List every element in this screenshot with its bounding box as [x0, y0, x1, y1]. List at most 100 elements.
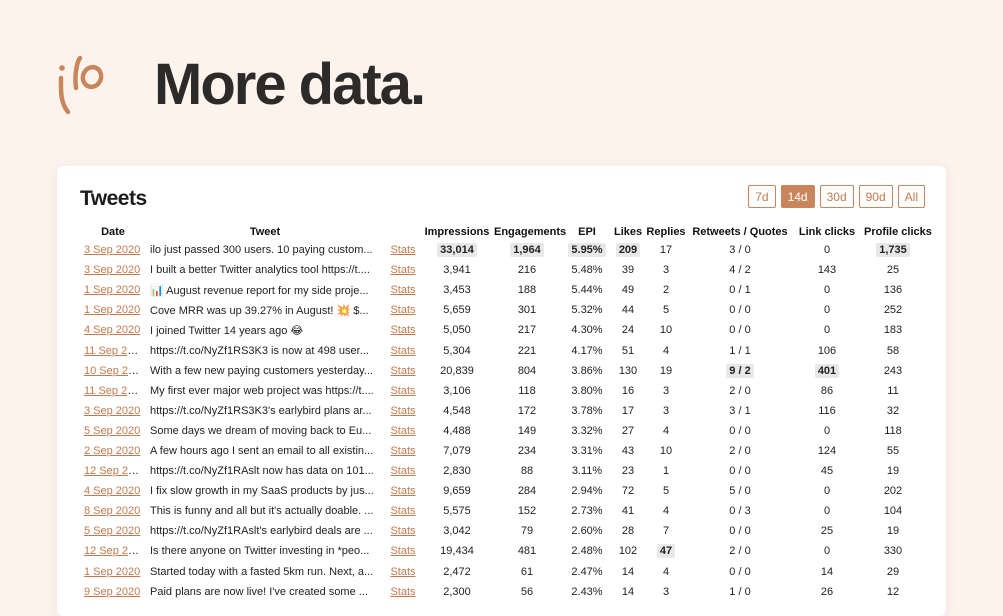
stats-link[interactable]: Stats — [390, 425, 415, 437]
cell-epi: 5.95% — [562, 240, 612, 260]
cell-impressions: 5,659 — [443, 304, 471, 317]
cell-retweets-quotes: 9 / 2 — [688, 361, 792, 381]
stats-link[interactable]: Stats — [390, 485, 415, 497]
range-7d-button[interactable]: 7d — [748, 185, 776, 208]
highlighted-value: 1,735 — [876, 243, 910, 258]
cell-likes: 51 — [621, 344, 635, 357]
tweets-card: Tweets 7d 14d 30d 90d All Date Tweet Imp… — [57, 166, 946, 616]
stats-link[interactable]: Stats — [390, 586, 415, 598]
cell-engagements: 481 — [517, 545, 537, 558]
stats-link[interactable]: Stats — [390, 284, 415, 296]
tweet-date-link[interactable]: 12 Sep 2020 — [84, 545, 146, 557]
tweet-date-link[interactable]: 5 Sep 2020 — [84, 525, 140, 537]
stats-link[interactable]: Stats — [390, 264, 415, 276]
stats-link[interactable]: Stats — [390, 244, 415, 256]
stats-link[interactable]: Stats — [390, 324, 415, 336]
cell-replies: 10 — [659, 324, 673, 337]
col-header-tweet[interactable]: Tweet — [146, 224, 384, 240]
range-90d-button[interactable]: 90d — [858, 185, 893, 208]
cell-retweets-quotes: 0 / 0 — [729, 465, 751, 478]
cell-retweets-quotes: 5 / 0 — [729, 485, 751, 498]
cell-engagements: 216 — [517, 264, 537, 277]
tweet-date-link[interactable]: 1 Sep 2020 — [84, 304, 140, 316]
highlighted-value: 209 — [615, 243, 641, 258]
range-all-button[interactable]: All — [897, 185, 925, 208]
stats-link[interactable]: Stats — [390, 365, 415, 377]
col-header-epi[interactable]: EPI — [562, 224, 612, 240]
col-header-engagements[interactable]: Engagements — [492, 224, 566, 240]
tweet-text: This is funny and all but it's actually … — [150, 505, 374, 518]
tweet-date-link[interactable]: 3 Sep 2020 — [84, 244, 140, 256]
cell-retweets-quotes: 1 / 1 — [729, 344, 751, 357]
tweet-date-link[interactable]: 1 Sep 2020 — [84, 566, 140, 578]
cell-retweets-quotes: 0 / 0 — [729, 565, 751, 578]
stats-link[interactable]: Stats — [390, 345, 415, 357]
cell-epi: 2.43% — [571, 585, 603, 598]
col-header-retweets-quotes[interactable]: Retweets / Quotes — [688, 224, 792, 240]
cell-retweets-quotes: 1 / 0 — [729, 585, 751, 598]
tweet-text: Cove MRR was up 39.27% in August! 💥 $... — [150, 304, 369, 317]
tweet-date-link[interactable]: 2 Sep 2020 — [84, 445, 140, 457]
cell-likes: 41 — [621, 505, 635, 518]
col-header-impressions[interactable]: Impressions — [422, 224, 492, 240]
stats-link[interactable]: Stats — [390, 505, 415, 517]
tweet-date-link[interactable]: 4 Sep 2020 — [84, 485, 140, 497]
stats-link[interactable]: Stats — [390, 304, 415, 316]
col-header-likes[interactable]: Likes — [612, 224, 644, 240]
tweet-date-link[interactable]: 1 Sep 2020 — [84, 284, 140, 296]
tweet-date-link[interactable]: 3 Sep 2020 — [84, 264, 140, 276]
tweet-text: 📊 August revenue report for my side proj… — [150, 284, 369, 297]
stats-link[interactable]: Stats — [390, 566, 415, 578]
col-header-link-clicks[interactable]: Link clicks — [792, 224, 862, 240]
tweet-date-link[interactable]: 5 Sep 2020 — [84, 425, 140, 437]
tweet-date-link[interactable]: 3 Sep 2020 — [84, 405, 140, 417]
cell-likes: 72 — [621, 485, 635, 498]
tweet-text: I joined Twitter 14 years ago 😂 — [150, 324, 304, 337]
tweet-date-link[interactable]: 11 Sep 2020 — [84, 385, 146, 397]
cell-profile-clicks: 136 — [883, 284, 903, 297]
cell-impressions: 2,830 — [443, 465, 471, 478]
stats-link[interactable]: Stats — [390, 465, 415, 477]
cell-profile-clicks: 12 — [886, 585, 900, 598]
stats-link[interactable]: Stats — [390, 545, 415, 557]
cell-retweets-quotes: 0 / 1 — [729, 284, 751, 297]
cell-link-clicks: 124 — [817, 444, 837, 457]
col-header-date[interactable]: Date — [80, 224, 146, 240]
cell-impressions: 5,050 — [443, 324, 471, 337]
col-header-replies[interactable]: Replies — [644, 224, 688, 240]
cell-link-clicks: 0 — [823, 244, 831, 257]
cell-profile-clicks: 25 — [886, 264, 900, 277]
cell-replies: 5 — [662, 485, 670, 498]
cell-replies: 3 — [662, 585, 670, 598]
tweet-text: I built a better Twitter analytics tool … — [150, 264, 370, 277]
stats-link[interactable]: Stats — [390, 405, 415, 417]
cell-retweets-quotes: 4 / 2 — [729, 264, 751, 277]
cell-impressions: 3,106 — [443, 384, 471, 397]
tweet-date-link[interactable]: 12 Sep 2020 — [84, 465, 146, 477]
cell-impressions: 3,042 — [443, 525, 471, 538]
cell-link-clicks: 0 — [823, 485, 831, 498]
card-title: Tweets — [80, 187, 147, 210]
tweet-date-link[interactable]: 11 Sep 2020 — [84, 345, 146, 357]
range-30d-button[interactable]: 30d — [819, 185, 854, 208]
table-row: 2 Sep 2020 A few hours ago I sent an emai… — [80, 441, 924, 461]
stats-link[interactable]: Stats — [390, 385, 415, 397]
highlighted-value: 1,964 — [510, 243, 544, 258]
stats-link[interactable]: Stats — [390, 525, 415, 537]
cell-engagements: 172 — [517, 404, 537, 417]
stats-link[interactable]: Stats — [390, 445, 415, 457]
cell-retweets-quotes: 0 / 0 — [729, 525, 751, 538]
tweet-date-link[interactable]: 8 Sep 2020 — [84, 505, 140, 517]
cell-likes: 24 — [621, 324, 635, 337]
cell-likes: 44 — [621, 304, 635, 317]
col-header-profile-clicks[interactable]: Profile clicks — [862, 224, 932, 240]
tweet-date-link[interactable]: 4 Sep 2020 — [84, 324, 140, 336]
range-14d-button[interactable]: 14d — [780, 185, 815, 208]
cell-link-clicks: 45 — [820, 465, 834, 478]
tweet-date-link[interactable]: 10 Sep 2020 — [84, 365, 146, 377]
cell-replies: 4 — [662, 565, 670, 578]
table-row: 4 Sep 2020 I joined Twitter 14 years ago … — [80, 320, 924, 340]
table-row: 3 Sep 2020 ilo just passed 300 users. 10 … — [80, 240, 924, 260]
cell-engagements: 79 — [520, 525, 534, 538]
tweet-date-link[interactable]: 9 Sep 2020 — [84, 586, 140, 598]
